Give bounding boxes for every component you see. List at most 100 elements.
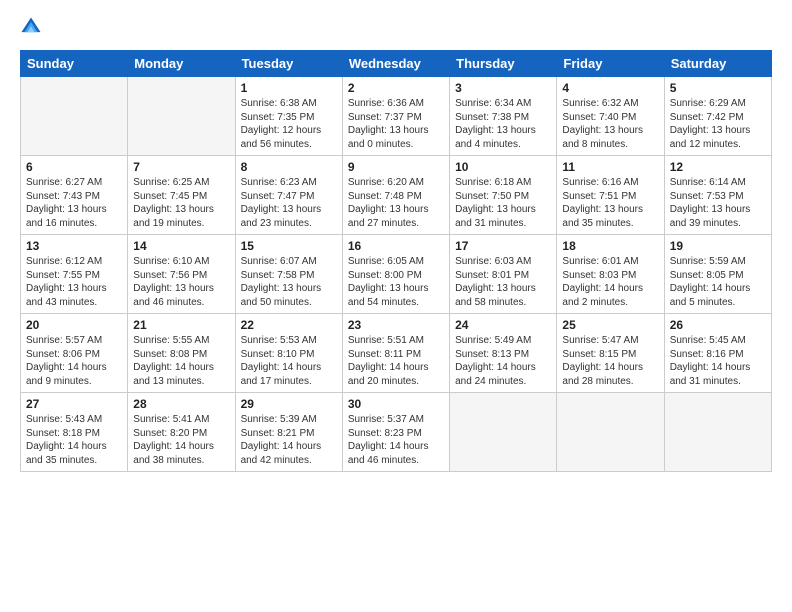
day-number: 7 <box>133 160 229 174</box>
day-number: 3 <box>455 81 551 95</box>
day-info: Sunrise: 6:14 AM Sunset: 7:53 PM Dayligh… <box>670 176 766 230</box>
calendar-cell: 10 Sunrise: 6:18 AM Sunset: 7:50 PM Dayli… <box>450 156 557 235</box>
day-number: 23 <box>348 318 444 332</box>
calendar-cell: 6Sunrise: 6:27 AM Sunset: 7:43 PM Daylig… <box>21 156 128 235</box>
calendar-cell: 5 Sunrise: 6:29 AM Sunset: 7:42 PM Daylig… <box>664 77 771 156</box>
day-number: 9 <box>348 160 444 174</box>
day-number: 8 <box>241 160 337 174</box>
day-info: Sunrise: 5:51 AM Sunset: 8:11 PM Dayligh… <box>348 334 444 388</box>
calendar-cell: 13 Sunrise: 6:12 AM Sunset: 7:55 PM Dayli… <box>21 235 128 314</box>
calendar-week-row: 6Sunrise: 6:27 AM Sunset: 7:43 PM Daylig… <box>21 156 772 235</box>
calendar-week-row: 13 Sunrise: 6:12 AM Sunset: 7:55 PM Dayli… <box>21 235 772 314</box>
logo <box>20 18 46 40</box>
calendar-week-row: 1 Sunrise: 6:38 AM Sunset: 7:35 PM Daylig… <box>21 77 772 156</box>
day-info: Sunrise: 6:23 AM Sunset: 7:47 PM Dayligh… <box>241 176 337 230</box>
day-info: Sunrise: 5:49 AM Sunset: 8:13 PM Dayligh… <box>455 334 551 388</box>
day-info: Sunrise: 5:45 AM Sunset: 8:16 PM Dayligh… <box>670 334 766 388</box>
weekday-header: Sunday <box>21 51 128 77</box>
day-number: 10 <box>455 160 551 174</box>
day-info: Sunrise: 6:34 AM Sunset: 7:38 PM Dayligh… <box>455 97 551 151</box>
calendar-cell <box>450 393 557 472</box>
calendar-cell: 28 Sunrise: 5:41 AM Sunset: 8:20 PM Dayli… <box>128 393 235 472</box>
day-number: 25 <box>562 318 658 332</box>
day-info: Sunrise: 5:59 AM Sunset: 8:05 PM Dayligh… <box>670 255 766 309</box>
day-info: Sunrise: 5:53 AM Sunset: 8:10 PM Dayligh… <box>241 334 337 388</box>
calendar-cell: 12 Sunrise: 6:14 AM Sunset: 7:53 PM Dayli… <box>664 156 771 235</box>
day-info: Sunrise: 6:29 AM Sunset: 7:42 PM Dayligh… <box>670 97 766 151</box>
day-info: Sunrise: 6:10 AM Sunset: 7:56 PM Dayligh… <box>133 255 229 309</box>
calendar-cell: 11 Sunrise: 6:16 AM Sunset: 7:51 PM Dayli… <box>557 156 664 235</box>
day-info: Sunrise: 5:39 AM Sunset: 8:21 PM Dayligh… <box>241 413 337 467</box>
calendar-cell: 30 Sunrise: 5:37 AM Sunset: 8:23 PM Dayli… <box>342 393 449 472</box>
day-info: Sunrise: 6:16 AM Sunset: 7:51 PM Dayligh… <box>562 176 658 230</box>
calendar-table: SundayMondayTuesdayWednesdayThursdayFrid… <box>20 50 772 472</box>
day-info: Sunrise: 6:01 AM Sunset: 8:03 PM Dayligh… <box>562 255 658 309</box>
day-number: 18 <box>562 239 658 253</box>
day-info: Sunrise: 6:36 AM Sunset: 7:37 PM Dayligh… <box>348 97 444 151</box>
calendar-cell: 23 Sunrise: 5:51 AM Sunset: 8:11 PM Dayli… <box>342 314 449 393</box>
calendar-week-row: 20 Sunrise: 5:57 AM Sunset: 8:06 PM Dayli… <box>21 314 772 393</box>
calendar-cell: 29 Sunrise: 5:39 AM Sunset: 8:21 PM Dayli… <box>235 393 342 472</box>
day-number: 1 <box>241 81 337 95</box>
calendar-cell: 8 Sunrise: 6:23 AM Sunset: 7:47 PM Daylig… <box>235 156 342 235</box>
calendar-cell: 9 Sunrise: 6:20 AM Sunset: 7:48 PM Daylig… <box>342 156 449 235</box>
calendar-cell: 3 Sunrise: 6:34 AM Sunset: 7:38 PM Daylig… <box>450 77 557 156</box>
day-number: 6 <box>26 160 122 174</box>
page: SundayMondayTuesdayWednesdayThursdayFrid… <box>0 0 792 612</box>
day-number: 24 <box>455 318 551 332</box>
day-info: Sunrise: 6:12 AM Sunset: 7:55 PM Dayligh… <box>26 255 122 309</box>
day-info: Sunrise: 5:57 AM Sunset: 8:06 PM Dayligh… <box>26 334 122 388</box>
weekday-header: Monday <box>128 51 235 77</box>
calendar-cell <box>557 393 664 472</box>
day-number: 13 <box>26 239 122 253</box>
day-info: Sunrise: 6:38 AM Sunset: 7:35 PM Dayligh… <box>241 97 337 151</box>
day-number: 4 <box>562 81 658 95</box>
day-info: Sunrise: 5:55 AM Sunset: 8:08 PM Dayligh… <box>133 334 229 388</box>
day-info: Sunrise: 5:37 AM Sunset: 8:23 PM Dayligh… <box>348 413 444 467</box>
day-number: 21 <box>133 318 229 332</box>
day-number: 27 <box>26 397 122 411</box>
day-info: Sunrise: 6:32 AM Sunset: 7:40 PM Dayligh… <box>562 97 658 151</box>
day-info: Sunrise: 6:20 AM Sunset: 7:48 PM Dayligh… <box>348 176 444 230</box>
calendar-cell: 22 Sunrise: 5:53 AM Sunset: 8:10 PM Dayli… <box>235 314 342 393</box>
logo-icon <box>20 16 42 38</box>
day-number: 16 <box>348 239 444 253</box>
calendar-cell: 16 Sunrise: 6:05 AM Sunset: 8:00 PM Dayli… <box>342 235 449 314</box>
day-number: 29 <box>241 397 337 411</box>
calendar-cell <box>128 77 235 156</box>
calendar-cell: 24 Sunrise: 5:49 AM Sunset: 8:13 PM Dayli… <box>450 314 557 393</box>
day-number: 20 <box>26 318 122 332</box>
day-number: 28 <box>133 397 229 411</box>
calendar-cell: 21 Sunrise: 5:55 AM Sunset: 8:08 PM Dayli… <box>128 314 235 393</box>
day-info: Sunrise: 6:05 AM Sunset: 8:00 PM Dayligh… <box>348 255 444 309</box>
calendar-cell: 19 Sunrise: 5:59 AM Sunset: 8:05 PM Dayli… <box>664 235 771 314</box>
calendar-cell: 20 Sunrise: 5:57 AM Sunset: 8:06 PM Dayli… <box>21 314 128 393</box>
calendar-cell <box>21 77 128 156</box>
calendar-header-row: SundayMondayTuesdayWednesdayThursdayFrid… <box>21 51 772 77</box>
header <box>20 18 772 40</box>
day-number: 17 <box>455 239 551 253</box>
day-number: 30 <box>348 397 444 411</box>
calendar-cell: 17Sunrise: 6:03 AM Sunset: 8:01 PM Dayli… <box>450 235 557 314</box>
day-number: 26 <box>670 318 766 332</box>
day-number: 19 <box>670 239 766 253</box>
calendar-cell: 2Sunrise: 6:36 AM Sunset: 7:37 PM Daylig… <box>342 77 449 156</box>
day-info: Sunrise: 5:43 AM Sunset: 8:18 PM Dayligh… <box>26 413 122 467</box>
day-info: Sunrise: 6:25 AM Sunset: 7:45 PM Dayligh… <box>133 176 229 230</box>
calendar-cell: 25 Sunrise: 5:47 AM Sunset: 8:15 PM Dayli… <box>557 314 664 393</box>
day-number: 15 <box>241 239 337 253</box>
calendar-cell: 14 Sunrise: 6:10 AM Sunset: 7:56 PM Dayli… <box>128 235 235 314</box>
day-info: Sunrise: 5:47 AM Sunset: 8:15 PM Dayligh… <box>562 334 658 388</box>
day-number: 22 <box>241 318 337 332</box>
day-number: 5 <box>670 81 766 95</box>
day-number: 12 <box>670 160 766 174</box>
weekday-header: Friday <box>557 51 664 77</box>
day-number: 14 <box>133 239 229 253</box>
day-info: Sunrise: 5:41 AM Sunset: 8:20 PM Dayligh… <box>133 413 229 467</box>
calendar-cell: 15 Sunrise: 6:07 AM Sunset: 7:58 PM Dayli… <box>235 235 342 314</box>
day-info: Sunrise: 6:07 AM Sunset: 7:58 PM Dayligh… <box>241 255 337 309</box>
weekday-header: Thursday <box>450 51 557 77</box>
day-number: 11 <box>562 160 658 174</box>
day-info: Sunrise: 6:18 AM Sunset: 7:50 PM Dayligh… <box>455 176 551 230</box>
weekday-header: Wednesday <box>342 51 449 77</box>
